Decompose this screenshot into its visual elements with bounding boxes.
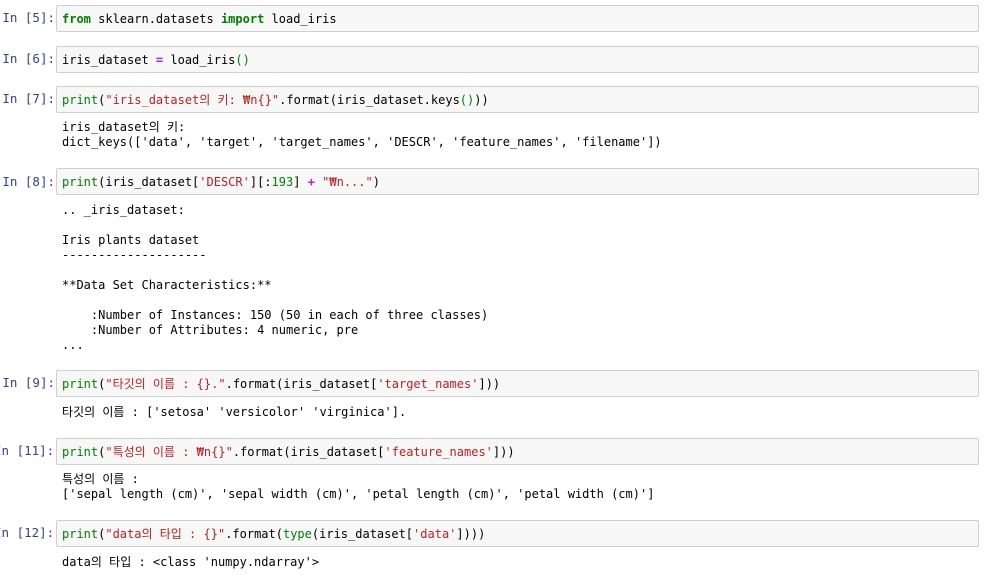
code-input[interactable]: print("data의 타입 : {}".format(type(iris_d…	[56, 520, 979, 547]
code-token: ()	[235, 53, 250, 67]
input-prompt: In [7]:	[2, 91, 55, 106]
code-token: 193	[271, 175, 294, 189]
code-token: ][:	[249, 175, 272, 189]
cell-output: data의 타입 : <class 'numpy.ndarray'>	[62, 555, 320, 569]
code-token: 'feature_names'	[384, 445, 493, 459]
code-token: ]))	[456, 527, 479, 541]
code-token: "₩n..."	[322, 175, 373, 189]
code-token: print	[62, 445, 99, 459]
code-token: "타깃의 이름 : {}."	[105, 377, 226, 391]
code-token: (iris_dataset[	[311, 527, 414, 541]
code-token: ]))	[478, 377, 501, 391]
code-token: print	[62, 93, 99, 107]
code-input[interactable]: print("특성의 이름 : ₩n{}".format(iris_datase…	[56, 438, 979, 465]
code-token: load_iris	[163, 53, 236, 67]
code-token: from	[62, 12, 91, 26]
code-token: .format(iris_dataset.keys	[279, 93, 460, 107]
code-token: (iris_dataset[	[98, 175, 200, 189]
input-prompt: In [6]:	[2, 51, 55, 66]
code-input[interactable]: print("타깃의 이름 : {}.".format(iris_dataset…	[56, 370, 979, 397]
input-prompt: In [12]:	[0, 525, 55, 540]
input-prompt: In [5]:	[2, 10, 55, 25]
code-token: +	[307, 175, 315, 189]
code-token: .format(iris_dataset[	[225, 377, 378, 391]
code-token: import	[220, 12, 265, 26]
code-input[interactable]: from sklearn.datasets import load_iris	[56, 5, 979, 32]
code-token: sklearn.datasets	[90, 12, 221, 26]
code-token: iris_dataset	[62, 53, 156, 67]
code-token: print	[62, 175, 99, 189]
input-prompt: In [8]:	[2, 174, 55, 189]
code-token: 'target_names'	[377, 377, 479, 391]
cell-output: 특성의 이름 : ['sepal length (cm)', 'sepal wi…	[62, 472, 655, 501]
code-token: "특성의 이름 : ₩n{}"	[105, 445, 233, 459]
code-token: print	[62, 377, 99, 391]
code-token: ()	[459, 93, 475, 107]
code-input[interactable]: print("iris_dataset의 키: ₩n{}".format(iri…	[56, 86, 979, 113]
code-token: "iris_dataset의 키: ₩n{}"	[105, 93, 280, 107]
input-prompt: In [9]:	[2, 375, 55, 390]
code-token: .format(	[225, 527, 283, 541]
cell-output: iris_dataset의 키: dict_keys(['data', 'tar…	[62, 120, 662, 149]
code-token: "data의 타입 : {}"	[105, 527, 226, 541]
code-token: load_iris	[264, 12, 337, 26]
code-token: type	[282, 527, 312, 541]
code-token: 'DESCR'	[199, 175, 250, 189]
code-token: )	[478, 527, 486, 541]
code-input[interactable]: iris_dataset = load_iris()	[56, 46, 979, 73]
code-input[interactable]: print(iris_dataset['DESCR'][:193] + "₩n.…	[56, 168, 979, 195]
cell-output: .. _iris_dataset: Iris plants dataset --…	[62, 203, 489, 352]
code-token: )	[372, 175, 380, 189]
code-token: .format(iris_dataset[	[232, 445, 385, 459]
code-token: print	[62, 527, 99, 541]
cell-output: 타깃의 이름 : ['setosa' 'versicolor' 'virgini…	[62, 405, 407, 419]
code-token: ))	[474, 93, 489, 107]
code-token: ]))	[492, 445, 515, 459]
code-token: 'data'	[413, 527, 457, 541]
input-prompt: In [11]:	[0, 443, 55, 458]
code-token: ]	[293, 175, 308, 189]
